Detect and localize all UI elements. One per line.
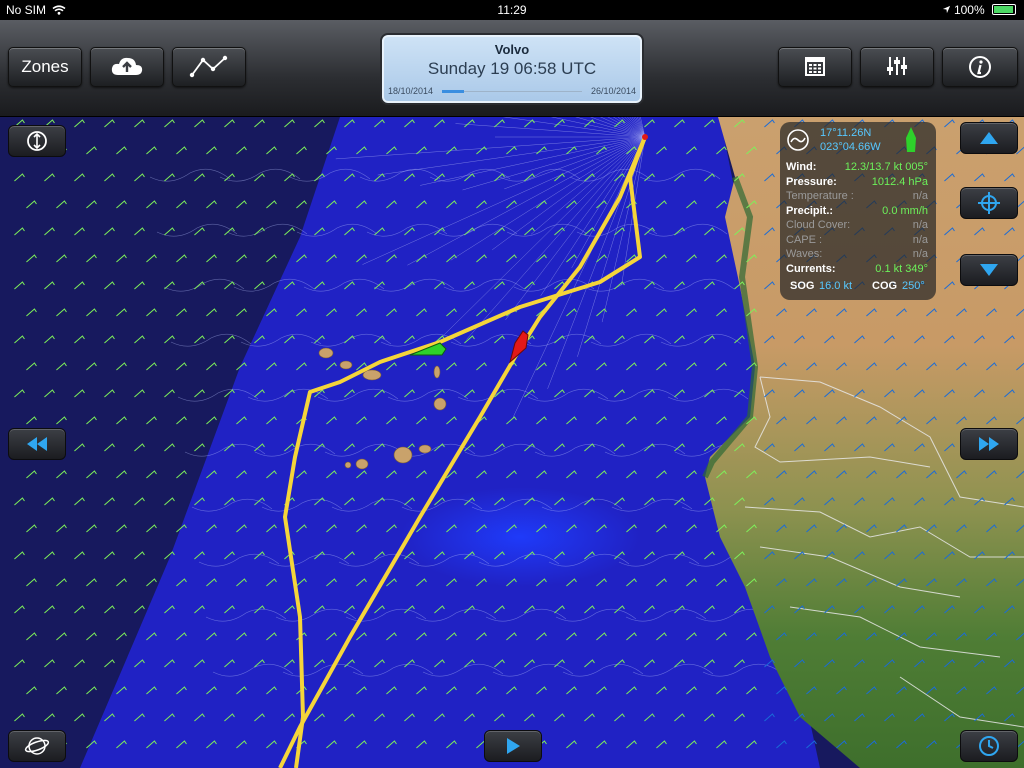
center-target-button[interactable] [960,187,1018,219]
info-row: Temperature : n/a [786,190,928,204]
time-slider[interactable] [442,90,582,93]
time-panel[interactable]: Volvo Sunday 19 06:58 UTC 18/10/2014 26/… [380,33,644,105]
route-icon [189,55,229,83]
orientation-button[interactable] [8,125,66,157]
sog-value: 16.0 kt [819,280,853,292]
info-row-value: n/a [912,190,928,202]
time-slider-fill [442,90,465,93]
route-name: Volvo [494,42,530,57]
latitude: 17°11.26N [820,127,872,139]
info-row: Currents: 0.1 kt 349° [786,263,928,277]
info-row-label: Pressure: [786,175,837,188]
settings-button[interactable] [860,47,934,87]
boat-icon [904,126,918,157]
info-icon [968,56,992,83]
info-row-label: Wind: [786,161,817,173]
cloud-upload-icon [110,57,144,81]
range-start-date: 18/10/2014 [388,86,434,96]
info-row: Precipit.: 0.0 mm/h [786,205,928,219]
globe-button[interactable] [8,730,66,762]
toolbar: Zones Volvo Sunday 19 06:58 UTC 18/10/20… [0,20,1024,117]
info-row-label: Temperature : [786,190,854,202]
zones-button[interactable]: Zones [8,47,82,87]
info-row: CAPE : n/a [786,234,928,248]
scroll-down-button[interactable] [960,254,1018,286]
play-button[interactable] [484,730,542,762]
app-root: No SIM 11:29 100% Zones Volvo Sunday 19 … [0,0,1024,768]
clock-button[interactable] [960,730,1018,762]
route-button[interactable] [172,47,246,87]
info-row-label: Cloud Cover: [786,219,851,231]
rewind-button[interactable] [8,428,66,460]
range-end-date: 26/10/2014 [590,86,636,96]
scroll-up-button[interactable] [960,122,1018,154]
info-row-label: Precipit.: [786,204,834,217]
info-row-value: 0.1 kt 349° [875,262,928,275]
info-row-label: CAPE : [786,233,823,246]
info-row-value: 12.3/13.7 kt 005° [844,161,928,173]
current-glow [400,487,640,587]
cloud-upload-button[interactable] [90,47,164,87]
fast-forward-button[interactable] [960,428,1018,460]
battery-percent: 100% [953,3,985,17]
info-row: Wind: 12.3/13.7 kt 005° [786,161,928,175]
info-row-label: Waves: [786,248,823,260]
longitude: 023°04.66W [820,141,881,153]
settings-sliders-icon [885,57,909,81]
status-right: 100% [942,3,1016,17]
battery-icon [992,4,1016,15]
info-panel[interactable]: 17°11.26N 023°04.66W Wind: 12.3/13.7 kt 0… [780,122,936,300]
gauge-icon [786,128,810,155]
waypoint-marker [642,134,648,140]
info-row-value: 1012.4 hPa [871,175,928,188]
info-row-value: n/a [912,248,928,260]
calendar-button[interactable] [778,47,852,87]
info-row: Pressure: 1012.4 hPa [786,176,928,190]
speed-course-row: SOG 16.0 kt COG 250° [786,280,928,294]
cog-value: 250° [902,280,925,292]
info-row-value: n/a [912,233,928,246]
cog-label: COG [872,280,898,292]
info-row-value: 0.0 mm/h [882,204,928,217]
info-row: Waves: n/a [786,248,928,262]
status-bar: No SIM 11:29 100% [0,0,1024,20]
info-button[interactable] [942,47,1018,87]
calendar-icon [804,57,826,81]
info-row-label: Currents: [786,262,836,275]
location-arrow-icon [942,3,954,17]
sog-label: SOG [790,280,815,292]
info-row: Cloud Cover: n/a [786,219,928,233]
info-row-value: n/a [912,219,928,231]
current-datetime: Sunday 19 06:58 UTC [427,59,597,78]
status-time: 11:29 [497,3,527,17]
